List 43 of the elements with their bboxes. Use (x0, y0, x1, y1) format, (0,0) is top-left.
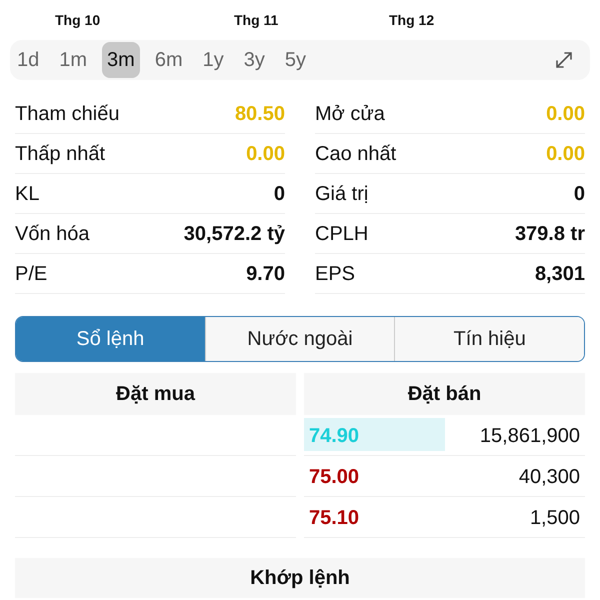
stat-label: Giá trị (315, 182, 368, 206)
period-tab[interactable]: 1m (54, 42, 92, 78)
period-tab[interactable]: 1y (198, 42, 229, 78)
axis-label: Thg 11 (234, 11, 278, 30)
stat-label: Cao nhất (315, 142, 396, 166)
stat-label: CPLH (315, 222, 368, 246)
ask-volume: 40,300 (518, 464, 581, 490)
axis-label: Thg 12 (389, 11, 434, 30)
stat-value: 0.00 (246, 142, 285, 166)
column-header: Đặt bán (304, 373, 585, 415)
axis-label: Thg 10 (55, 11, 100, 30)
period-tab[interactable]: 3y (238, 42, 270, 78)
stat-value: 9.70 (246, 262, 285, 286)
stat-value: 379.8 tr (514, 222, 585, 246)
period-tab[interactable]: 3m (102, 42, 140, 78)
column-header: Đặt mua (15, 373, 296, 415)
ask-volume: 1,500 (530, 506, 581, 530)
section-title: Khớp lệnh (250, 566, 350, 591)
ask-price: 75.00 (308, 464, 360, 490)
stat-value: 0 (574, 182, 585, 206)
stat-value: 0 (274, 182, 285, 206)
stat-value: 8,301 (534, 262, 585, 286)
stat-label: EPS (315, 262, 356, 286)
ask-price: 75.10 (308, 506, 360, 530)
stat-label: Thấp nhất (15, 142, 106, 166)
expand-icon[interactable] (554, 50, 574, 70)
ask-volume: 15,861,900 (480, 424, 581, 448)
segment-tab[interactable]: Nước ngoài (204, 317, 394, 361)
stat-label: Vốn hóa (15, 222, 90, 246)
segment-tab[interactable]: Tín hiệu (394, 317, 584, 361)
stat-label: Mở cửa (315, 102, 385, 126)
period-tab[interactable]: 6m (150, 42, 188, 78)
stat-value: 0.00 (546, 142, 585, 166)
stat-value: 0.00 (546, 102, 585, 126)
stat-value: 30,572.2 tỷ (184, 222, 285, 246)
stat-label: KL (15, 182, 40, 206)
period-tab[interactable]: 5y (280, 42, 312, 78)
stat-label: P/E (15, 262, 48, 286)
stat-label: Tham chiếu (15, 102, 120, 126)
segment-tab[interactable]: Sổ lệnh (16, 317, 205, 361)
stat-value: 80.50 (234, 102, 285, 126)
period-tab[interactable]: 1d (12, 42, 44, 78)
ask-price: 74.90 (308, 424, 360, 448)
